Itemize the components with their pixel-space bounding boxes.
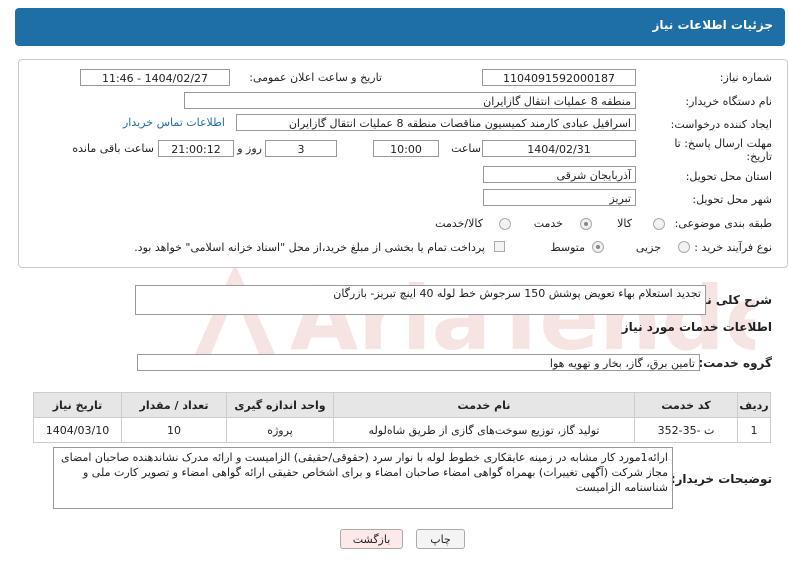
- deadline-time-field: 10:00: [373, 140, 439, 157]
- process-label: نوع فرآیند خرید :: [694, 241, 772, 254]
- buyer-contact-link[interactable]: اطلاعات تماس خریدار: [123, 116, 225, 129]
- treasury-payment-note: پرداخت تمام یا بخشی از مبلغ خرید،از محل …: [134, 241, 485, 254]
- process-option-medium: متوسط: [550, 241, 585, 254]
- process-radio-medium[interactable]: [592, 241, 604, 253]
- creator-label: ایجاد کننده درخواست:: [670, 118, 772, 131]
- buyer-notes-text: ارائه1مورد کار مشابه در زمینه عایقکاری خ…: [60, 451, 668, 494]
- category-radio-goods[interactable]: [653, 218, 665, 230]
- buyer-notes-textbox: ارائه1مورد کار مشابه در زمینه عایقکاری خ…: [53, 447, 673, 509]
- announce-datetime-field: 1404/02/27 - 11:46: [80, 69, 230, 86]
- days-label: روز و: [237, 142, 262, 155]
- cell-row-number: 1: [737, 417, 771, 443]
- category-option-goods: کالا: [617, 217, 632, 230]
- remaining-time-label: ساعت باقی مانده: [72, 142, 154, 155]
- process-option-minor: جزیی: [635, 241, 661, 254]
- cell-need-date: 1404/03/10: [33, 417, 122, 443]
- category-option-service: خدمت: [533, 217, 563, 230]
- buyer-org-field: منطقه 8 عملیات انتقال گازایران: [184, 92, 636, 109]
- col-service-name: نام خدمت: [333, 392, 635, 418]
- col-unit: واحد اندازه گیری: [226, 392, 334, 418]
- summary-textbox: تجدید استعلام بهاء تعویض پوشش 150 سرجوش …: [135, 285, 706, 315]
- days-remaining-field: 3: [265, 140, 337, 157]
- col-quantity: تعداد / مقدار: [121, 392, 227, 418]
- need-number-field: 1104091592000187: [482, 69, 636, 86]
- services-table-header: ردیف کد خدمت نام خدمت واحد اندازه گیری ت…: [33, 392, 771, 418]
- cell-service-code: ت -35-352: [634, 417, 738, 443]
- category-option-goods-service: کالا/خدمت: [435, 217, 483, 230]
- announce-datetime-label: تاریخ و ساعت اعلان عمومی:: [249, 71, 382, 84]
- category-label: طبقه بندی موضوعی:: [674, 217, 772, 230]
- services-table: ردیف کد خدمت نام خدمت واحد اندازه گیری ت…: [33, 392, 771, 443]
- cell-quantity: 10: [121, 417, 227, 443]
- col-row-number: ردیف: [737, 392, 771, 418]
- buyer-org-label: نام دستگاه خریدار:: [685, 95, 772, 108]
- category-radio-service[interactable]: [580, 218, 592, 230]
- back-button[interactable]: بازگشت: [340, 529, 403, 549]
- province-field: آذربایجان شرقی: [483, 166, 636, 183]
- need-details-panel: [18, 59, 788, 268]
- service-group-field: تامین برق، گاز، بخار و تهویه هوا: [137, 354, 700, 371]
- deadline-hour-label: ساعت: [451, 142, 481, 155]
- city-label: شهر محل تحویل:: [692, 193, 772, 206]
- creator-field: اسرافیل عبادی کارمند کمیسیون مناقصات منط…: [236, 114, 636, 131]
- province-label: استان محل تحویل:: [685, 170, 772, 183]
- page-title: جزئیات اطلاعات نیاز: [652, 18, 773, 32]
- services-section-title: اطلاعات خدمات مورد نیاز: [621, 320, 772, 334]
- category-radio-goods-service[interactable]: [499, 218, 511, 230]
- page-header: جزئیات اطلاعات نیاز: [15, 8, 785, 46]
- city-field: تبریز: [483, 189, 636, 206]
- process-radio-minor[interactable]: [678, 241, 690, 253]
- cell-unit: پروژه: [226, 417, 334, 443]
- summary-text: تجدید استعلام بهاء تعویض پوشش 150 سرجوش …: [333, 287, 701, 300]
- print-button[interactable]: چاپ: [416, 529, 465, 549]
- table-row: 1 ت -35-352 تولید گاز، توزیع سوخت‌های گا…: [33, 417, 771, 443]
- deadline-date-field: 1404/02/31: [482, 140, 636, 157]
- buyer-notes-label: توضیحات خریدار:: [670, 472, 772, 486]
- need-number-label: شماره نیاز:: [719, 71, 772, 84]
- deadline-label: مهلت ارسال پاسخ: تا تاریخ:: [674, 137, 772, 163]
- remaining-time-field: 21:00:12: [158, 140, 234, 157]
- cell-service-name: تولید گاز، توزیع سوخت‌های گازی از طریق ش…: [333, 417, 635, 443]
- col-service-code: کد خدمت: [634, 392, 738, 418]
- service-group-label: گروه خدمت:: [698, 356, 772, 370]
- treasury-payment-checkbox[interactable]: [494, 241, 505, 252]
- col-need-date: تاریخ نیاز: [33, 392, 122, 418]
